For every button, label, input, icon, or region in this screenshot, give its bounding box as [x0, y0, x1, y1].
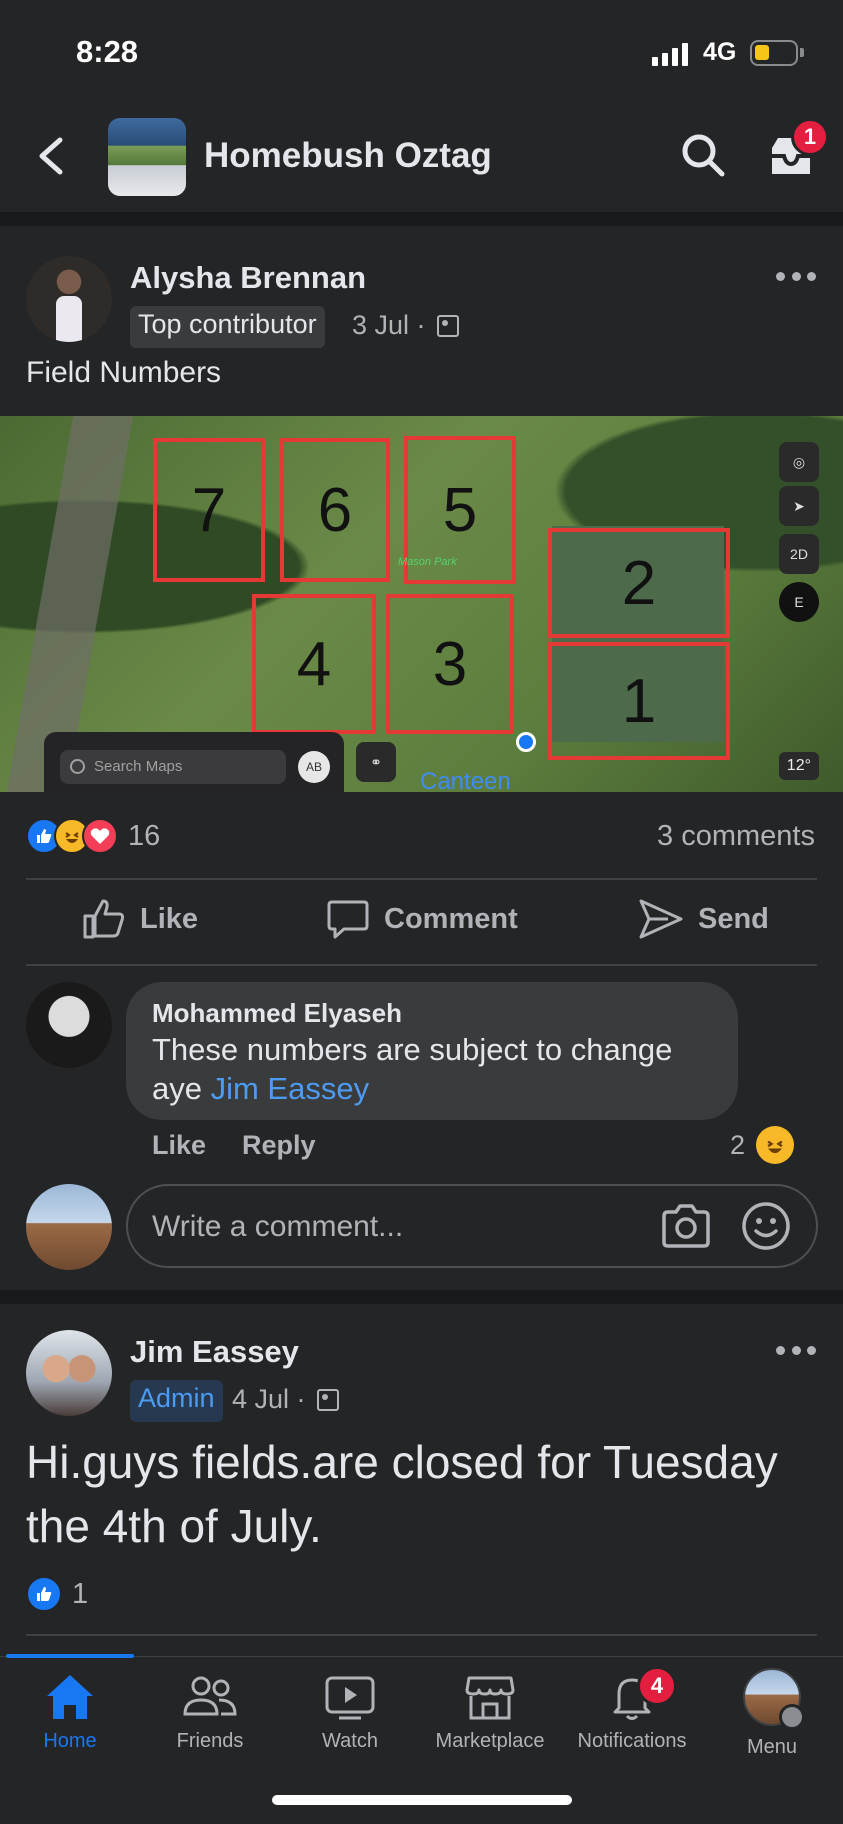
- field-7: 7: [153, 438, 265, 582]
- home-indicator: [272, 1795, 572, 1805]
- comment-icon: [327, 900, 369, 939]
- tab-menu-label: Menu: [746, 1736, 798, 1758]
- emoji-icon[interactable]: [740, 1200, 792, 1252]
- like-button[interactable]: Like: [82, 898, 198, 940]
- tab-friends[interactable]: Friends: [140, 1670, 280, 1770]
- map-search-field: Search Maps: [60, 750, 286, 784]
- map-temperature: 12°: [778, 752, 819, 780]
- divider: [26, 878, 817, 880]
- send-button[interactable]: Send: [638, 898, 769, 940]
- group-title[interactable]: Homebush Oztag: [204, 136, 492, 176]
- notifications-badge: 4: [637, 1666, 677, 1706]
- section-divider: [0, 212, 843, 226]
- comment-label: Comment: [384, 902, 518, 935]
- tab-notifications-label: Notifications: [577, 1730, 687, 1752]
- menu-avatar: [743, 1668, 805, 1730]
- map-park-label: Mason Park: [398, 556, 457, 568]
- status-bar: 8:28 4G: [0, 0, 843, 100]
- home-icon: [47, 1675, 93, 1719]
- inbox-badge: 1: [791, 118, 829, 156]
- group-avatar[interactable]: [108, 118, 186, 196]
- post-author[interactable]: Alysha Brennan: [130, 260, 366, 296]
- group-privacy-icon: [317, 1389, 340, 1411]
- status-time: 8:28: [76, 34, 139, 69]
- friends-icon: [183, 1676, 237, 1716]
- tab-home[interactable]: Home: [0, 1670, 140, 1770]
- reaction-summary[interactable]: 16: [26, 818, 160, 854]
- tab-marketplace-label: Marketplace: [435, 1730, 545, 1752]
- reaction-summary[interactable]: 1: [26, 1576, 88, 1612]
- reaction-count: 16: [128, 819, 161, 852]
- field-4: 4: [252, 594, 376, 734]
- comment-button[interactable]: Comment: [326, 898, 518, 940]
- map-2d-toggle: 2D: [779, 534, 819, 574]
- tab-watch[interactable]: Watch: [280, 1670, 420, 1770]
- active-tab-indicator: [6, 1654, 134, 1658]
- group-header: Homebush Oztag: [0, 100, 843, 212]
- top-contributor-badge: Top contributor: [130, 306, 325, 348]
- commenter-avatar[interactable]: [26, 982, 112, 1068]
- post-text: Hi.guys fields.are closed for Tuesday th…: [26, 1436, 778, 1552]
- like-icon: [83, 899, 125, 939]
- watch-icon: [325, 1676, 375, 1720]
- map-canteen-label: Canteen: [420, 768, 511, 792]
- network-type: 4G: [703, 38, 737, 66]
- field-6: 6: [280, 438, 390, 582]
- comment-reaction-count: 2: [730, 1130, 746, 1160]
- comments-count[interactable]: 3 comments: [657, 820, 815, 853]
- map-avatar: AB: [298, 751, 330, 783]
- group-privacy-icon: [437, 315, 460, 337]
- post-text: Field Numbers: [26, 356, 222, 389]
- more-options-icon[interactable]: [776, 1346, 816, 1358]
- section-divider: [0, 1290, 843, 1304]
- back-arrow-icon[interactable]: [34, 136, 70, 176]
- post-image-map[interactable]: 7 6 5 2 4 3 1 Mason Park ◎ ➤ 2D E Search…: [0, 416, 843, 792]
- field-2: 2: [548, 528, 730, 638]
- comment-author[interactable]: Mohammed Elyaseh: [152, 998, 402, 1029]
- globe-icon: ◎: [779, 442, 819, 482]
- marketplace-icon: [465, 1676, 515, 1720]
- author-avatar[interactable]: [26, 256, 112, 342]
- camera-icon[interactable]: [660, 1202, 712, 1250]
- divider: [26, 1634, 817, 1636]
- love-reaction-icon: [82, 818, 118, 854]
- search-icon[interactable]: [680, 132, 726, 178]
- binoculars-icon: ⚭: [356, 742, 396, 782]
- more-options-icon[interactable]: [776, 272, 816, 284]
- compass-icon: E: [779, 582, 819, 622]
- haha-reaction-icon[interactable]: [756, 1126, 794, 1164]
- send-label: Send: [698, 902, 769, 935]
- author-avatar[interactable]: [26, 1330, 112, 1416]
- admin-badge: Admin: [130, 1380, 223, 1422]
- location-arrow-icon: ➤: [779, 486, 819, 526]
- tab-menu[interactable]: Menu: [702, 1668, 842, 1770]
- post-meta: 4 Jul ·: [232, 1384, 340, 1415]
- like-label: Like: [140, 902, 199, 935]
- send-icon: [639, 899, 683, 939]
- current-user-avatar: [26, 1184, 112, 1270]
- like-reaction-icon: [26, 1576, 62, 1612]
- comment-like-button[interactable]: Like: [152, 1130, 206, 1161]
- divider: [26, 964, 817, 966]
- comment-reply-button[interactable]: Reply: [242, 1130, 316, 1161]
- tab-notifications[interactable]: Notifications: [562, 1670, 702, 1770]
- post-date: 4 Jul ·: [232, 1384, 306, 1414]
- battery-icon: [750, 40, 804, 66]
- reaction-count: 1: [72, 1577, 89, 1610]
- post-date: 3 Jul ·: [352, 310, 426, 340]
- location-dot-icon: [516, 732, 536, 752]
- tab-watch-label: Watch: [322, 1730, 378, 1752]
- signal-icon: [652, 42, 688, 66]
- tab-marketplace[interactable]: Marketplace: [420, 1670, 560, 1770]
- write-comment-placeholder[interactable]: Write a comment...: [152, 1210, 403, 1244]
- field-1: 1: [548, 642, 730, 760]
- comment-mention-link[interactable]: Jim Eassey: [211, 1071, 369, 1106]
- field-3: 3: [386, 594, 514, 734]
- menu-hamburger-icon: [779, 1704, 805, 1730]
- tab-home-label: Home: [43, 1730, 97, 1752]
- post-meta: 3 Jul ·: [352, 310, 460, 341]
- comment-text: These numbers are subject to change aye …: [152, 1030, 722, 1108]
- post-author[interactable]: Jim Eassey: [130, 1334, 299, 1370]
- tab-friends-label: Friends: [176, 1730, 244, 1752]
